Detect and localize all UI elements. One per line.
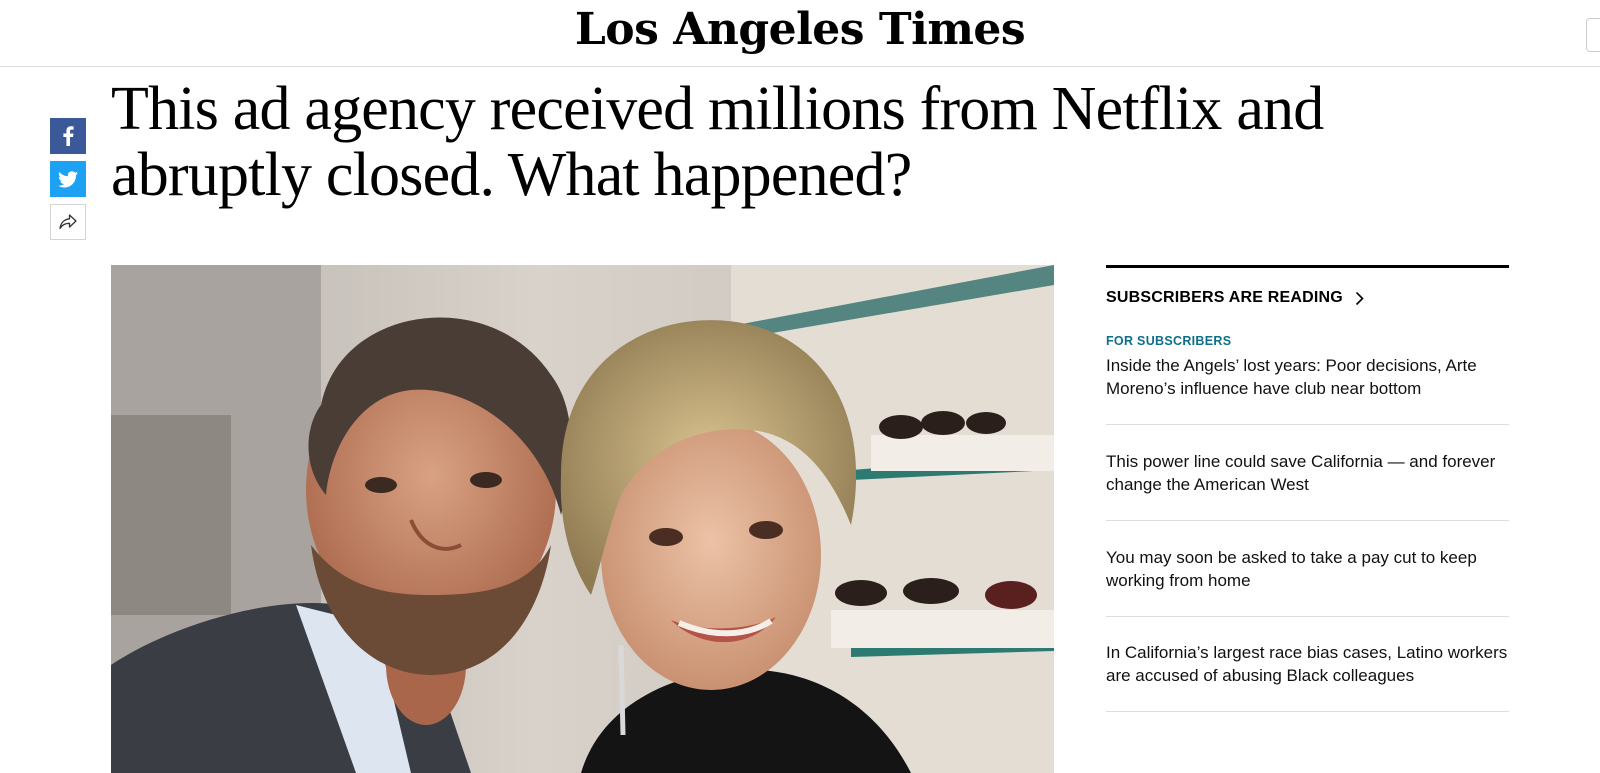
more-share-button[interactable]	[50, 204, 86, 240]
sidebar-story[interactable]: You may soon be asked to take a pay cut …	[1106, 521, 1509, 617]
article-headline: This ad agency received millions from Ne…	[111, 75, 1324, 209]
masthead: Los Angeles Times	[0, 0, 1600, 67]
account-button[interactable]	[1586, 18, 1600, 52]
story-title[interactable]: Inside the Angels’ lost years: Poor deci…	[1106, 354, 1509, 400]
story-title[interactable]: You may soon be asked to take a pay cut …	[1106, 546, 1509, 592]
chevron-right-icon	[1355, 291, 1364, 306]
facebook-share-button[interactable]	[50, 118, 86, 154]
lead-photo	[111, 265, 1054, 773]
share-arrow-icon	[59, 214, 77, 230]
twitter-icon	[58, 170, 78, 187]
story-kicker: FOR SUBSCRIBERS	[1106, 334, 1232, 348]
sidebar-story[interactable]: FOR SUBSCRIBERS Inside the Angels’ lost …	[1106, 334, 1509, 425]
sidebar-divider	[1106, 265, 1509, 268]
subscribers-reading-sidebar: SUBSCRIBERS ARE READING FOR SUBSCRIBERS …	[1106, 265, 1509, 712]
sidebar-title: SUBSCRIBERS ARE READING	[1106, 289, 1343, 306]
story-title[interactable]: This power line could save California — …	[1106, 450, 1509, 496]
sidebar-story[interactable]: This power line could save California — …	[1106, 425, 1509, 521]
twitter-share-button[interactable]	[50, 161, 86, 197]
sidebar-story[interactable]: In California’s largest race bias cases,…	[1106, 617, 1509, 712]
facebook-icon	[63, 126, 74, 146]
site-logo[interactable]: Los Angeles Times	[0, 2, 1600, 58]
story-title[interactable]: In California’s largest race bias cases,…	[1106, 641, 1509, 687]
subscribers-reading-link[interactable]: SUBSCRIBERS ARE READING	[1106, 288, 1509, 308]
